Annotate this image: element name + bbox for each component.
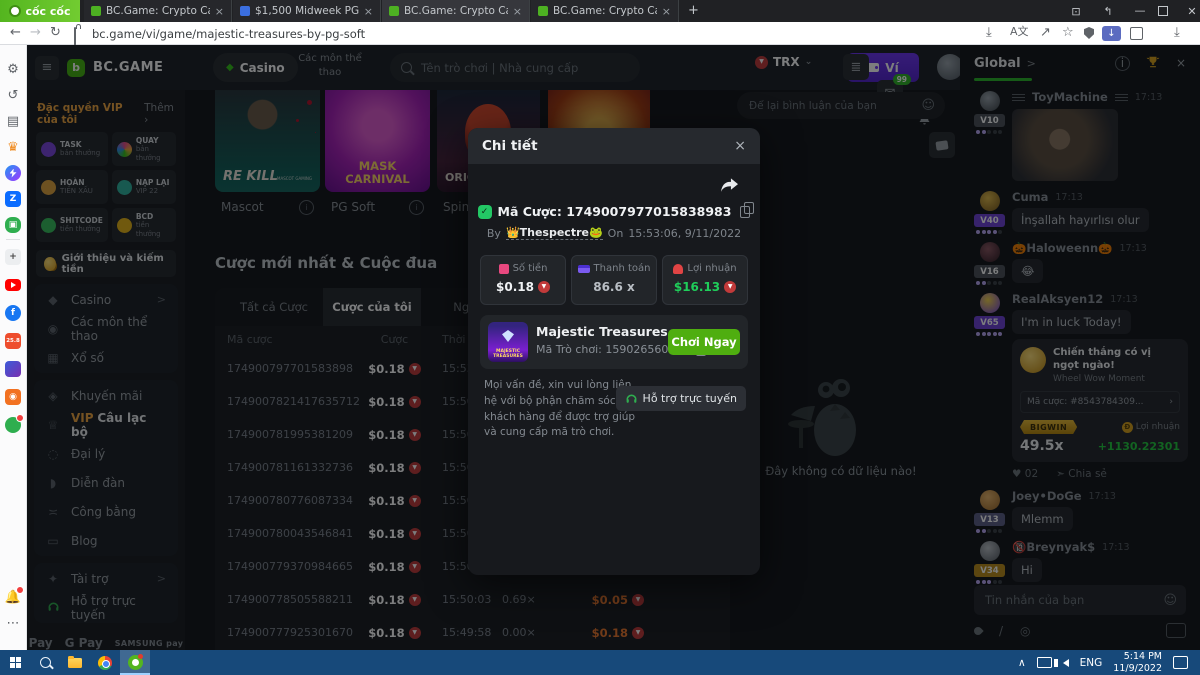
tab-close-icon[interactable]: ×: [364, 5, 373, 18]
taskbar-clock[interactable]: 5:14 PM 11/9/2022: [1113, 651, 1162, 675]
browser-tab-2[interactable]: $1,500 Midweek PGSoft Mult ×: [233, 0, 381, 22]
play-now-button[interactable]: Chơi Ngay: [668, 329, 740, 355]
coccoc-brand[interactable]: cốc cốc: [0, 0, 80, 22]
headset-icon: [625, 392, 638, 405]
tab-close-icon[interactable]: ×: [513, 5, 522, 18]
trx-coin-icon: [538, 281, 550, 293]
tab-title: BC.Game: Crypto Casino Gam: [106, 5, 210, 17]
browser-side-strip: ⚙ ↺ ▤ ♛ Z ▣ + f 25.8 ◉: [0, 45, 27, 650]
browser-tab-1[interactable]: BC.Game: Crypto Casino Gam ×: [84, 0, 232, 22]
bcgame-favicon: [91, 6, 101, 16]
save-page-icon[interactable]: ⤓: [986, 26, 992, 39]
copy-icon[interactable]: [740, 206, 750, 218]
back-to-app-icon[interactable]: ↰: [1100, 5, 1116, 18]
tab-title: $1,500 Midweek PGSoft Mult: [255, 5, 359, 17]
coccoc-brand-label: cốc cốc: [25, 5, 70, 18]
forward-button[interactable]: →: [30, 26, 41, 39]
coccoc-taskbar-icon[interactable]: [120, 650, 150, 675]
close-window-button[interactable]: ✕: [1184, 5, 1200, 18]
credit-card-icon: [578, 265, 590, 273]
share-bet-button[interactable]: [721, 178, 738, 197]
bet-details-modal: Chi tiết × ✓ Mã Cược: 174900797701583898…: [468, 128, 760, 575]
tab-title: BC.Game: Crypto Casino Gan: [553, 5, 657, 17]
bcgame-favicon: [538, 6, 548, 16]
extensions-puzzle-icon[interactable]: [1130, 27, 1143, 40]
taskbar-search-icon[interactable]: [30, 650, 60, 675]
game-card: MAJESTIC TREASURES Majestic Treasures Mã…: [480, 315, 748, 369]
maximize-button[interactable]: [1158, 6, 1168, 16]
coccoc-icon: [9, 5, 21, 17]
translate-icon[interactable]: A文: [1010, 26, 1029, 37]
crown-icon[interactable]: ♛: [0, 135, 26, 159]
browser-tab-3-active[interactable]: BC.Game: Crypto Casino Gam ×: [382, 0, 530, 22]
bet-stats-row: Số tiền $0.18 Thanh toán 86.6 x Lợi nhuậ…: [480, 255, 748, 305]
minimize-button[interactable]: —: [1132, 4, 1148, 17]
shopping-app-icon[interactable]: 25.8: [0, 329, 26, 353]
facebook-icon[interactable]: f: [0, 301, 26, 325]
bet-datetime: 15:53:06, 9/11/2022: [628, 227, 741, 240]
share-arrow-icon: [721, 178, 738, 193]
bet-author-row: By 👑Thespectre🐸 On 15:53:06, 9/11/2022: [468, 226, 760, 240]
zalo-icon[interactable]: Z: [0, 187, 26, 211]
browser-tab-strip: cốc cốc BC.Game: Crypto Casino Gam × $1,…: [0, 0, 1200, 22]
start-button[interactable]: [0, 650, 30, 675]
screen: cốc cốc BC.Game: Crypto Casino Gam × $1,…: [0, 0, 1200, 675]
touch-keyboard-icon[interactable]: [1037, 657, 1052, 668]
tab-close-icon[interactable]: ×: [662, 5, 671, 18]
games-controller-icon[interactable]: ▣: [0, 213, 26, 237]
bet-id-row: ✓ Mã Cược: 1749007977015838983: [468, 204, 760, 219]
language-indicator[interactable]: ENG: [1080, 657, 1103, 669]
live-support-button[interactable]: Hỗ trợ trực tuyến: [616, 386, 746, 411]
new-tab-button[interactable]: +: [688, 3, 699, 18]
stat-profit: Lợi nhuận $16.13: [662, 255, 748, 305]
reading-mode-icon[interactable]: ⊡: [1068, 5, 1084, 18]
downloads-tray-icon[interactable]: ⤓: [1174, 26, 1180, 39]
stat-payout: Thanh toán 86.6 x: [571, 255, 657, 305]
reload-button[interactable]: ↻: [50, 26, 61, 39]
bet-author[interactable]: 👑Thespectre🐸: [506, 226, 603, 240]
browser-toolbar: ← → ↻ bc.game/vi/game/majestic-treasures…: [0, 22, 1200, 45]
green-pin-icon[interactable]: [0, 413, 26, 437]
strip-divider: [6, 239, 20, 240]
stat-amount: Số tiền $0.18: [480, 255, 566, 305]
share-page-icon[interactable]: ↗: [1040, 26, 1051, 39]
history-icon[interactable]: ↺: [0, 83, 26, 107]
game-name: Majestic Treasures: [536, 324, 668, 339]
tray-expand-icon[interactable]: ∧: [1018, 657, 1026, 669]
modal-header: Chi tiết ×: [468, 128, 760, 164]
more-options-icon[interactable]: ⋯: [0, 611, 26, 635]
file-explorer-icon[interactable]: [60, 650, 90, 675]
messenger-icon[interactable]: [0, 161, 26, 185]
action-center-icon[interactable]: [1173, 656, 1188, 669]
camera-app-icon[interactable]: ◉: [0, 385, 26, 409]
profit-hand-icon: [673, 264, 683, 274]
news-feed-icon[interactable]: ▤: [0, 109, 26, 133]
bcgame-favicon: [389, 6, 399, 16]
adblock-shield-icon[interactable]: [1084, 27, 1094, 39]
game-thumbnail[interactable]: MAJESTIC TREASURES: [488, 322, 528, 362]
game-shortcut-icon[interactable]: [0, 357, 26, 381]
bookmark-star-icon[interactable]: ☆: [1062, 26, 1074, 39]
add-shortcut-icon[interactable]: +: [0, 245, 26, 269]
tab-close-icon[interactable]: ×: [215, 5, 224, 18]
address-bar[interactable]: bc.game/vi/game/majestic-treasures-by-pg…: [92, 27, 365, 41]
gear-icon[interactable]: ⚙: [0, 57, 26, 81]
browser-tab-4[interactable]: BC.Game: Crypto Casino Gan ×: [531, 0, 679, 22]
close-icon[interactable]: ×: [734, 138, 746, 154]
trx-coin-icon: [724, 281, 736, 293]
youtube-icon[interactable]: [0, 273, 26, 297]
pgsoft-favicon: [240, 6, 250, 16]
back-button[interactable]: ←: [10, 26, 21, 39]
verified-check-icon: ✓: [478, 205, 492, 219]
download-button[interactable]: ↓: [1102, 26, 1121, 41]
system-tray: ∧ ENG 5:14 PM 11/9/2022: [1018, 651, 1200, 675]
chrome-icon[interactable]: [90, 650, 120, 675]
bell-icon[interactable]: 🔔: [0, 585, 26, 609]
dice-icon: [499, 264, 509, 274]
windows-taskbar: ∧ ENG 5:14 PM 11/9/2022: [0, 650, 1200, 675]
bet-id-value: 1749007977015838983: [566, 204, 731, 219]
modal-title: Chi tiết: [482, 138, 538, 154]
tab-title: BC.Game: Crypto Casino Gam: [404, 5, 508, 17]
volume-icon[interactable]: [1063, 659, 1069, 667]
